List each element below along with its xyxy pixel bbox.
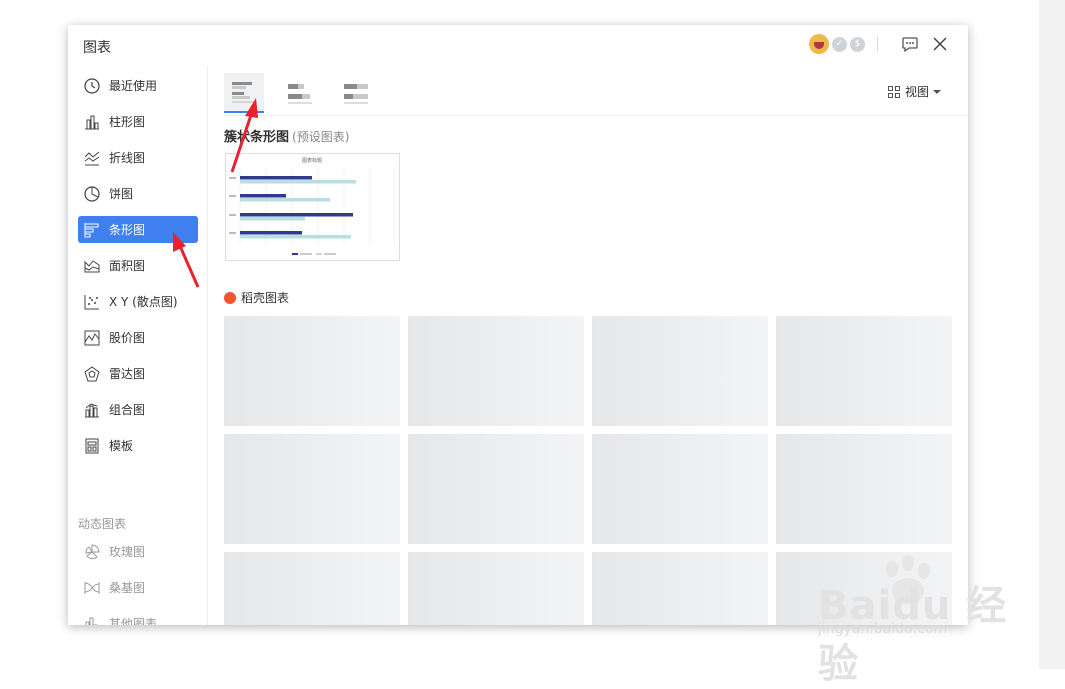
pie-chart-icon (83, 185, 101, 203)
sidebar-item-bar[interactable]: 条形图 (78, 216, 198, 243)
template-card[interactable] (776, 316, 952, 426)
close-icon (933, 37, 947, 51)
sidebar-item-template[interactable]: 模板 (78, 432, 198, 459)
chart-dialog: 图表 ✓ $ 最近使用 柱形图 折线图 饼图 条形图 面积图 X Y (散点图)… (68, 25, 968, 625)
other-chart-icon (83, 615, 101, 625)
view-toggle-button[interactable]: 视图 (887, 83, 941, 100)
caret-down-icon (933, 89, 941, 94)
combo-chart-icon (83, 401, 101, 419)
thumb-bar-light (240, 217, 305, 221)
preset-subtitle: (预设图表) (292, 130, 350, 144)
radar-chart-icon (83, 365, 101, 383)
sidebar-item-label: 柱形图 (109, 115, 146, 129)
sidebar-item-column[interactable]: 柱形图 (78, 108, 198, 135)
tab-clustered-bar[interactable] (224, 73, 264, 113)
sidebar-item-area[interactable]: 面积图 (78, 252, 198, 279)
dynamic-section-label: 动态图表 (78, 517, 127, 531)
sidebar-item-combo[interactable]: 组合图 (78, 396, 198, 423)
subtype-tabs (224, 73, 968, 116)
thumb-bar-dark (240, 213, 353, 217)
docer-logo-icon (224, 291, 236, 304)
sidebar-item-label: 饼图 (109, 187, 134, 201)
scatter-chart-icon (83, 293, 101, 311)
grid-view-icon (887, 85, 900, 98)
column-chart-icon (83, 113, 101, 131)
template-card[interactable] (592, 552, 768, 625)
template-card[interactable] (408, 316, 584, 426)
sidebar-item-recent[interactable]: 最近使用 (78, 72, 198, 99)
chat-bubble-icon (902, 37, 918, 53)
template-card[interactable] (408, 434, 584, 544)
sidebar-item-rose[interactable]: 玫瑰图 (78, 538, 198, 565)
bar-chart-icon (83, 221, 101, 239)
tab-percent-stacked-bar[interactable] (336, 73, 376, 113)
sidebar-item-pie[interactable]: 饼图 (78, 180, 198, 207)
thumb-axis-ticks (229, 177, 236, 234)
sidebar-item-label: 玫瑰图 (109, 545, 146, 559)
template-card[interactable] (592, 434, 768, 544)
preset-section-title: 簇状条形图 (预设图表) (224, 126, 349, 145)
sidebar-item-label: 条形图 (109, 223, 146, 237)
stacked-bar-icon (288, 84, 312, 104)
avatar[interactable] (809, 34, 829, 54)
rose-chart-icon (83, 543, 101, 561)
thumb-bar-dark (240, 194, 286, 198)
thumb-title: 图表标题 (302, 157, 322, 164)
area-chart-icon (83, 257, 101, 275)
sidebar-item-scatter[interactable]: X Y (散点图) (78, 288, 198, 315)
sidebar-item-label: X Y (散点图) (109, 295, 178, 309)
sidebar-item-line[interactable]: 折线图 (78, 144, 198, 171)
sidebar-item-label: 最近使用 (109, 79, 158, 93)
sidebar-item-label: 桑基图 (109, 581, 146, 595)
template-icon (83, 437, 101, 455)
coin-badge-icon[interactable]: $ (850, 36, 865, 52)
thumb-bars (240, 176, 356, 239)
sidebar-item-label: 组合图 (109, 403, 146, 417)
sidebar-item-other[interactable]: 其他图表 (78, 610, 198, 625)
sidebar-item-label: 面积图 (109, 259, 146, 273)
member-badge-icon[interactable]: ✓ (832, 36, 847, 52)
thumb-bar-light (240, 198, 330, 202)
sidebar-item-label: 折线图 (109, 151, 146, 165)
sidebar-item-label: 股价图 (109, 331, 146, 345)
stock-chart-icon (83, 329, 101, 347)
line-chart-icon (83, 149, 101, 167)
template-card[interactable] (776, 552, 952, 625)
close-button[interactable] (930, 34, 950, 54)
template-card[interactable] (408, 552, 584, 625)
feedback-button[interactable] (900, 34, 920, 54)
preset-chart-thumbnail[interactable]: 图表标题 (225, 153, 400, 261)
clock-icon (83, 77, 101, 95)
background-strip (1039, 0, 1065, 669)
template-card[interactable] (592, 316, 768, 426)
template-card[interactable] (776, 434, 952, 544)
chart-type-sidebar: 最近使用 柱形图 折线图 饼图 条形图 面积图 X Y (散点图) 股价图 雷达… (68, 66, 208, 625)
dialog-title: 图表 (83, 40, 111, 56)
sidebar-item-label: 其他图表 (109, 617, 158, 625)
tab-stacked-bar[interactable] (280, 73, 320, 113)
thumb-bar-light (240, 180, 356, 184)
docer-section-title: 稻壳图表 (224, 289, 289, 306)
percent-stacked-bar-icon (344, 84, 368, 104)
thumb-bar-dark (240, 176, 312, 180)
sidebar-item-stock[interactable]: 股价图 (78, 324, 198, 351)
view-label: 视图 (904, 85, 929, 99)
template-card[interactable] (224, 316, 400, 426)
sidebar-item-label: 模板 (109, 439, 134, 453)
docer-title: 稻壳图表 (241, 291, 290, 305)
sidebar-item-radar[interactable]: 雷达图 (78, 360, 198, 387)
sidebar-item-sankey[interactable]: 桑基图 (78, 574, 198, 601)
preset-title: 簇状条形图 (224, 130, 290, 145)
template-card[interactable] (224, 434, 400, 544)
clustered-bar-icon (232, 82, 256, 103)
thumb-bar-light (240, 235, 351, 239)
sankey-chart-icon (83, 579, 101, 597)
header-actions: ✓ $ (809, 34, 950, 54)
thumb-legend (292, 253, 336, 255)
header-divider (877, 36, 878, 52)
thumb-bar-dark (240, 231, 302, 235)
sidebar-item-label: 雷达图 (109, 367, 146, 381)
template-card[interactable] (224, 552, 400, 625)
clustered-bar-thumbnail: 图表标题 (229, 157, 395, 255)
